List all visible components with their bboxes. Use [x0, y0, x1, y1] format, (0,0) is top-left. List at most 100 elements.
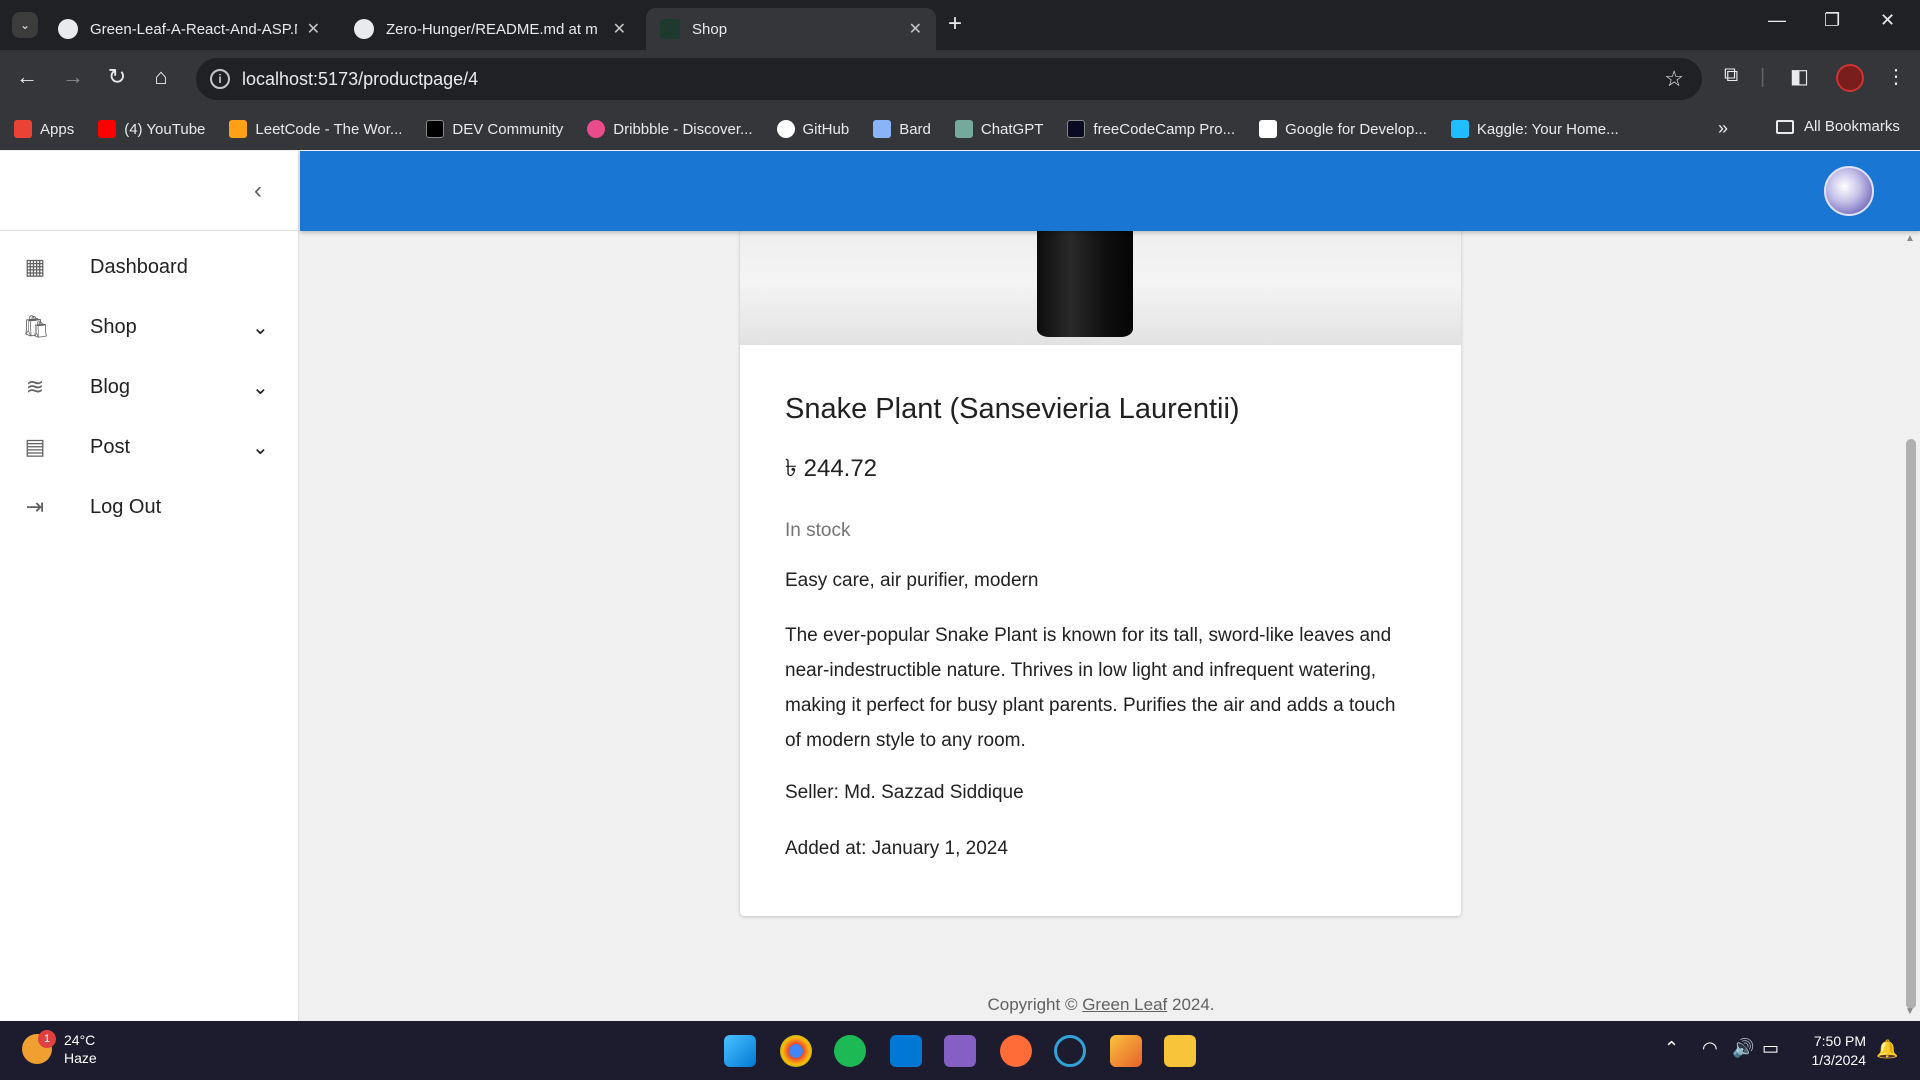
bookmark-apps[interactable]: Apps: [14, 120, 74, 138]
close-tab-icon[interactable]: ✕: [613, 19, 626, 39]
back-icon[interactable]: ←: [12, 64, 42, 90]
extensions-icon[interactable]: ⧉: [1724, 64, 1738, 87]
postman-icon[interactable]: [1000, 1035, 1032, 1067]
weather-widget[interactable]: 1 24°C Haze: [22, 1030, 97, 1067]
wifi-icon[interactable]: ◠: [1702, 1038, 1718, 1059]
more-bookmarks-icon[interactable]: »: [1718, 118, 1728, 139]
bookmark-freecodecamp[interactable]: freeCodeCamp Pro...: [1067, 120, 1235, 138]
volume-icon[interactable]: 🔊: [1732, 1038, 1754, 1059]
weather-haze-icon: 1: [22, 1030, 56, 1064]
snipping-tool-icon[interactable]: [1110, 1035, 1142, 1067]
minimize-icon[interactable]: —: [1768, 10, 1786, 31]
youtube-icon: [98, 120, 117, 138]
bookmark-chatgpt[interactable]: ChatGPT: [954, 120, 1044, 138]
close-tab-icon[interactable]: ✕: [307, 19, 320, 39]
toolbar-divider: |: [1760, 66, 1766, 88]
sidebar-item-shop[interactable]: 🛍 Shop ⌄: [0, 297, 298, 357]
menu-kebab-icon[interactable]: ⋮: [1886, 64, 1906, 89]
folder-icon: [1776, 119, 1794, 134]
bookmark-github[interactable]: GitHub: [776, 120, 850, 138]
all-bookmarks-button[interactable]: All Bookmarks: [1776, 118, 1900, 135]
address-bar[interactable]: i localhost:5173/productpage/4 ☆: [196, 58, 1702, 100]
restore-icon[interactable]: ❐: [1824, 10, 1840, 31]
notification-bell-icon[interactable]: 🔔: [1876, 1039, 1898, 1060]
sidebar-item-dashboard[interactable]: ▦ Dashboard: [0, 237, 298, 297]
sidebar-item-post[interactable]: ▤ Post ⌄: [0, 417, 298, 477]
bookmark-label: Kaggle: Your Home...: [1476, 120, 1619, 138]
close-tab-icon[interactable]: ✕: [909, 19, 922, 39]
spotify-icon[interactable]: [834, 1035, 866, 1067]
chevron-down-icon[interactable]: ⌄: [252, 375, 269, 400]
tab-title: Zero-Hunger/README.md at m: [386, 20, 598, 38]
browser-tab-bar: ⌄ Green-Leaf-A-React-And-ASP.N ✕ Zero-Hu…: [0, 0, 1920, 50]
page-scrollbar[interactable]: ▲ ▼: [1902, 231, 1920, 1021]
bookmark-youtube[interactable]: (4) YouTube: [98, 120, 205, 138]
clock[interactable]: 7:50 PM 1/3/2024: [1800, 1032, 1867, 1070]
notification-badge: 1: [38, 1030, 56, 1048]
green-leaf-link[interactable]: Green Leaf: [1082, 995, 1167, 1014]
dev-icon: [426, 120, 445, 138]
bookmark-dribbble[interactable]: Dribbble - Discover...: [587, 120, 753, 138]
dribbble-icon: [587, 120, 606, 138]
scroll-up-icon[interactable]: ▲: [1905, 233, 1915, 244]
side-panel-icon[interactable]: ◧: [1790, 64, 1809, 89]
bookmark-leetcode[interactable]: LeetCode - The Wor...: [229, 120, 402, 138]
tab-search-button[interactable]: ⌄: [12, 12, 38, 38]
reload-icon[interactable]: ↻: [102, 64, 132, 90]
bookmark-label: Dribbble - Discover...: [613, 120, 753, 138]
windows-start-icon[interactable]: [724, 1035, 756, 1067]
freecodecamp-icon: [1067, 120, 1086, 138]
battery-icon[interactable]: ▭: [1762, 1038, 1779, 1059]
forward-icon[interactable]: →: [58, 64, 88, 90]
bookmark-google-developers[interactable]: Google for Develop...: [1259, 120, 1427, 138]
product-seller: Seller: Md. Sazzad Siddique: [785, 782, 1024, 803]
copyright-suffix: 2024.: [1167, 995, 1215, 1014]
chatgpt-icon: [954, 120, 973, 138]
cursor-app-icon[interactable]: [1054, 1035, 1086, 1067]
tab-shop[interactable]: Shop ✕: [646, 8, 936, 50]
bookmark-label: Google for Develop...: [1285, 120, 1427, 138]
sidebar-item-label: Log Out: [90, 495, 162, 518]
bookmark-label: Apps: [40, 120, 75, 138]
product-description: The ever-popular Snake Plant is known fo…: [785, 625, 1396, 751]
bookmark-label: Bard: [899, 120, 931, 138]
sidebar-item-logout[interactable]: ⇥ Log Out: [0, 477, 298, 537]
chevron-left-icon[interactable]: ‹: [254, 177, 262, 205]
footer: Copyright © Green Leaf 2024.: [300, 995, 1902, 1015]
sidebar-item-label: Blog: [90, 375, 131, 398]
scroll-thumb[interactable]: [1906, 439, 1916, 1009]
tray-overflow-icon[interactable]: ⌃: [1664, 1038, 1679, 1059]
tab-green-leaf[interactable]: Green-Leaf-A-React-And-ASP.N ✕: [44, 8, 334, 50]
user-avatar[interactable]: [1824, 166, 1874, 216]
google-icon: [1259, 120, 1278, 138]
profile-avatar[interactable]: [1836, 64, 1864, 92]
chevron-down-icon[interactable]: ⌄: [252, 435, 269, 460]
bookmark-label: GitHub: [802, 120, 850, 138]
sidebar: ‹ ▦ Dashboard 🛍 Shop ⌄ ≋ Blog ⌄ ▤ Post ⌄…: [0, 151, 299, 1021]
bookmark-bard[interactable]: Bard: [873, 120, 931, 138]
file-explorer-icon[interactable]: [1164, 1035, 1196, 1067]
product-title: Snake Plant (Sansevieria Laurentii): [785, 393, 1240, 425]
tab-zero-hunger[interactable]: Zero-Hunger/README.md at m ✕: [340, 8, 640, 50]
product-added-date: Added at: January 1, 2024: [785, 838, 1008, 859]
scroll-down-icon[interactable]: ▼: [1905, 1006, 1915, 1017]
shop-favicon-icon: [660, 19, 680, 39]
vscode-icon[interactable]: [890, 1035, 922, 1067]
site-info-icon[interactable]: i: [210, 69, 230, 89]
sidebar-header: ‹: [0, 151, 298, 231]
tab-title: Green-Leaf-A-React-And-ASP.N: [90, 20, 297, 38]
bookmark-label: freeCodeCamp Pro...: [1093, 120, 1236, 138]
new-tab-button[interactable]: +: [948, 10, 962, 38]
close-window-icon[interactable]: ✕: [1880, 10, 1895, 31]
bookmark-star-icon[interactable]: ☆: [1664, 66, 1684, 92]
visual-studio-icon[interactable]: [944, 1035, 976, 1067]
chevron-down-icon[interactable]: ⌄: [252, 315, 269, 340]
bookmark-dev[interactable]: DEV Community: [426, 120, 563, 138]
home-icon[interactable]: ⌂: [146, 64, 176, 90]
browser-toolbar: ← → ↻ ⌂ i localhost:5173/productpage/4 ☆…: [0, 50, 1920, 108]
bookmark-kaggle[interactable]: Kaggle: Your Home...: [1450, 120, 1619, 138]
chrome-icon[interactable]: [780, 1035, 812, 1067]
bookmark-label: ChatGPT: [980, 120, 1044, 138]
url-text[interactable]: localhost:5173/productpage/4: [242, 69, 478, 90]
sidebar-item-blog[interactable]: ≋ Blog ⌄: [0, 357, 298, 417]
